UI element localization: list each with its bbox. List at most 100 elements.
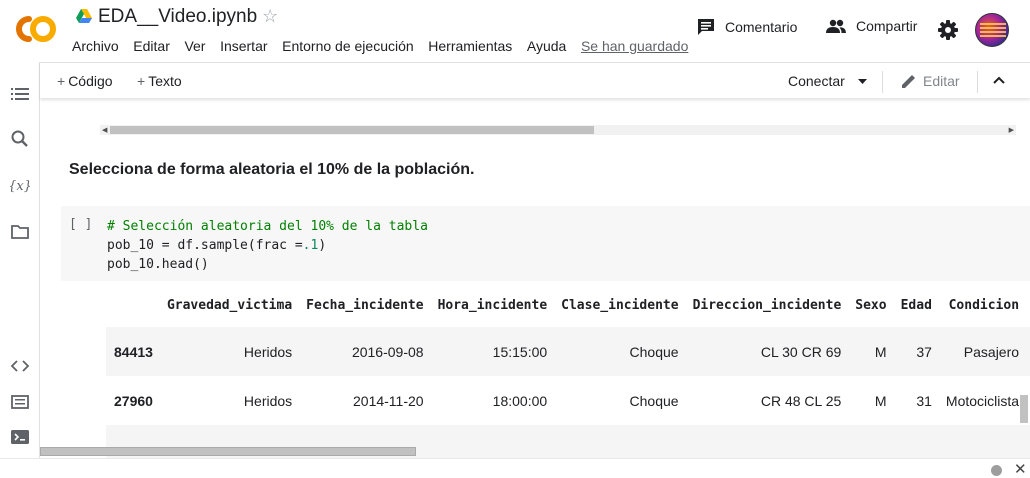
share-button[interactable]: Compartir: [826, 18, 917, 34]
code-editor[interactable]: # Selección aleatoria del 10% de la tabl…: [107, 217, 428, 274]
menu-ayuda[interactable]: Ayuda: [527, 38, 566, 54]
row-index: 84413: [114, 343, 153, 360]
variables-icon[interactable]: {x}: [10, 175, 30, 195]
terminal-icon[interactable]: [10, 427, 30, 447]
comment-button[interactable]: Comentario: [697, 18, 797, 36]
plus-icon: +: [137, 73, 146, 89]
table-cell: M: [874, 343, 887, 360]
left-sidebar: {x}: [0, 62, 40, 458]
table-cell: 18:00:00: [492, 392, 548, 409]
column-header: M: [1026, 283, 1030, 327]
pencil-icon: [902, 75, 915, 88]
comment-label: Comentario: [725, 19, 798, 35]
code-comment: # Selección aleatoria del 10% de la tabl…: [107, 219, 428, 234]
code-line-2a: pob_10 = df.sample(frac =: [107, 238, 303, 253]
connection-status-icon: [991, 465, 1002, 476]
dataframe-table: Gravedad_victima Fecha_incidente Hora_in…: [106, 283, 1030, 458]
menu-entorno[interactable]: Entorno de ejecución: [282, 38, 414, 54]
add-text-label: Texto: [148, 73, 182, 89]
search-icon[interactable]: [10, 129, 30, 149]
table-row: 27960 Heridos 2014-11-20 18:00:00 Choque…: [106, 376, 1030, 425]
code-cell[interactable]: [ ] # Selección aleatoria del 10% de la …: [61, 206, 1030, 281]
gear-icon[interactable]: [938, 20, 958, 40]
column-header: Edad: [900, 297, 932, 313]
table-cell: 31: [916, 392, 932, 409]
column-header: Sexo: [855, 297, 887, 313]
plus-icon: +: [57, 73, 66, 89]
caret-down-icon[interactable]: [858, 79, 867, 84]
column-header: Hora_incidente: [437, 297, 548, 313]
menu-ver[interactable]: Ver: [184, 38, 205, 54]
column-header: Gravedad_victima: [166, 297, 293, 313]
table-cell: M: [874, 392, 887, 409]
svg-text:{x}: {x}: [10, 179, 30, 194]
table-cell: A: [1026, 327, 1030, 376]
page-horizontal-scrollbar[interactable]: [0, 445, 1030, 458]
table-cell: 37: [916, 343, 932, 360]
toolbar-divider: [977, 71, 978, 93]
table-cell: CL 30 CR 69: [760, 343, 842, 360]
table-cell: CR 48 CL 25: [760, 392, 842, 409]
menu-herramientas[interactable]: Herramientas: [428, 38, 512, 54]
scroll-left-icon[interactable]: ◀: [102, 126, 107, 134]
menu-insertar[interactable]: Insertar: [220, 38, 267, 54]
table-cell: 2014-11-20: [353, 392, 424, 409]
share-label: Compartir: [856, 18, 918, 34]
menu-bar: Archivo Editar Ver Insertar Entorno de e…: [72, 38, 703, 54]
code-number: .1: [302, 238, 319, 253]
colab-logo[interactable]: [12, 12, 58, 46]
table-cell: 15:15:00: [492, 343, 548, 360]
toc-icon[interactable]: [10, 84, 30, 104]
notebook-toolbar: + Código + Texto Conectar Editar: [40, 62, 1030, 98]
table-cell: Motociclista: [945, 392, 1020, 409]
table-cell: Choque: [629, 343, 679, 360]
drive-icon[interactable]: [76, 9, 92, 23]
table-cell: Pasajero: [963, 343, 1020, 360]
column-header: Direccion_incidente: [692, 297, 842, 313]
code-snippets-icon[interactable]: [10, 356, 30, 376]
folder-icon[interactable]: [10, 222, 30, 242]
add-code-button[interactable]: + Código: [57, 73, 113, 89]
cell-run-indicator[interactable]: [ ]: [69, 217, 92, 232]
scrollbar-thumb[interactable]: [40, 447, 416, 456]
scrollbar-thumb[interactable]: [110, 126, 594, 134]
table-cell: Choque: [629, 392, 679, 409]
people-icon: [826, 19, 846, 33]
comment-icon: [698, 19, 714, 35]
output-horizontal-scrollbar[interactable]: ◀ ▶: [100, 125, 1016, 135]
saved-status-link[interactable]: Se han guardado: [581, 38, 688, 54]
scroll-right-icon[interactable]: ▶: [1009, 126, 1014, 134]
star-icon[interactable]: ☆: [262, 6, 278, 27]
menu-archivo[interactable]: Archivo: [72, 38, 119, 54]
connect-button[interactable]: Conectar: [788, 73, 845, 89]
notebook-area: ◀ ▶ Selecciona de forma aleatoria el 10%…: [40, 98, 1030, 458]
markdown-cell-text: Selecciona de forma aleatoria el 10% de …: [69, 161, 475, 178]
column-header: Fecha_incidente: [306, 297, 424, 313]
toolbar-divider: [882, 71, 883, 93]
code-line-2b: ): [318, 238, 327, 253]
vertical-scrollbar-thumb[interactable]: [1020, 395, 1028, 423]
row-index: 27960: [114, 392, 153, 409]
chevron-up-icon[interactable]: [993, 76, 1005, 84]
cell-output: Gravedad_victima Fecha_incidente Hora_in…: [106, 283, 1030, 458]
menu-editar[interactable]: Editar: [133, 38, 170, 54]
close-icon[interactable]: ✕: [1014, 460, 1027, 478]
column-header: Clase_incidente: [561, 297, 679, 313]
code-line-3: pob_10.head(): [107, 257, 209, 272]
table-cell: 2016-09-08: [351, 343, 424, 360]
column-header: [106, 283, 160, 327]
add-text-button[interactable]: + Texto: [137, 73, 182, 89]
add-code-label: Código: [68, 73, 113, 89]
command-palette-icon[interactable]: [10, 392, 30, 412]
table-cell: Heridos: [243, 392, 293, 409]
table-row: 84413 Heridos 2016-09-08 15:15:00 Choque…: [106, 327, 1030, 376]
status-bar: ✕: [0, 458, 1030, 478]
notebook-title[interactable]: EDA__Video.ipynb: [98, 6, 257, 28]
table-header-row: Gravedad_victima Fecha_incidente Hora_in…: [106, 283, 1030, 327]
column-header: Condicion: [948, 297, 1020, 313]
edit-label: Editar: [923, 73, 960, 89]
avatar[interactable]: [975, 13, 1009, 47]
edit-button[interactable]: Editar: [901, 73, 960, 89]
app-header: EDA__Video.ipynb ☆ Archivo Editar Ver In…: [0, 0, 1030, 62]
table-cell: Heridos: [243, 343, 293, 360]
